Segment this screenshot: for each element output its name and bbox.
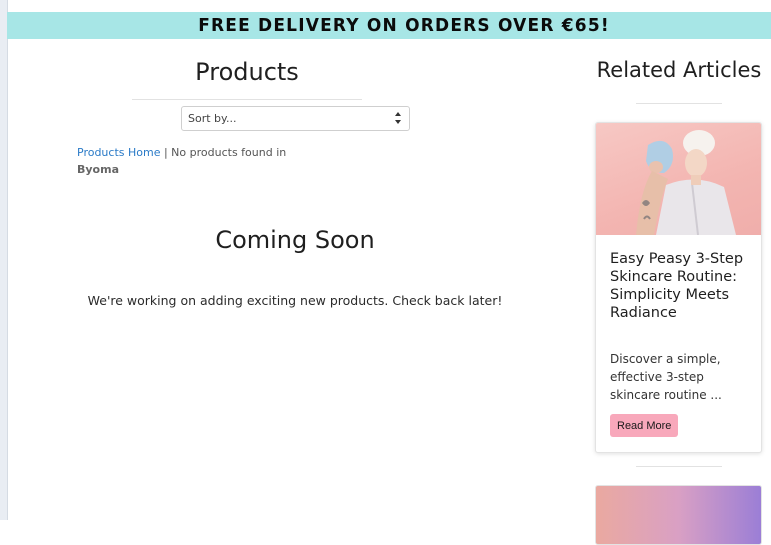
- skincare-woman-illustration: [636, 130, 736, 236]
- title-divider: [132, 99, 362, 100]
- breadcrumb: Products Home | No products found in Byo…: [77, 144, 307, 178]
- coming-soon-message: We're working on adding exciting new pro…: [87, 293, 503, 308]
- article-title[interactable]: Easy Peasy 3-Step Skincare Routine: Simp…: [610, 250, 750, 322]
- coming-soon-heading: Coming Soon: [215, 226, 375, 254]
- page-title: Products: [195, 58, 299, 86]
- article-image[interactable]: [596, 123, 761, 236]
- article-card-2-image[interactable]: [595, 485, 762, 545]
- related-articles-title: Related Articles: [596, 58, 762, 82]
- sort-select-value: Sort by...: [188, 112, 237, 125]
- breadcrumb-products-home-link[interactable]: Products Home: [77, 146, 160, 159]
- read-more-button[interactable]: Read More: [610, 414, 679, 437]
- breadcrumb-no-products-text: | No products found in: [160, 146, 287, 159]
- promo-banner: FREE DELIVERY ON ORDERS OVER €65!: [7, 12, 771, 39]
- left-edge-strip: [0, 0, 8, 520]
- card-divider: [636, 466, 722, 467]
- select-arrows-icon: [395, 112, 401, 124]
- article-excerpt: Discover a simple, effective 3-step skin…: [610, 352, 722, 402]
- related-divider: [636, 103, 722, 104]
- article-card[interactable]: Easy Peasy 3-Step Skincare Routine: Simp…: [595, 122, 762, 453]
- promo-text: FREE DELIVERY ON ORDERS OVER €65!: [198, 15, 610, 36]
- breadcrumb-brand: Byoma: [77, 163, 119, 176]
- sort-select[interactable]: Sort by...: [181, 106, 410, 131]
